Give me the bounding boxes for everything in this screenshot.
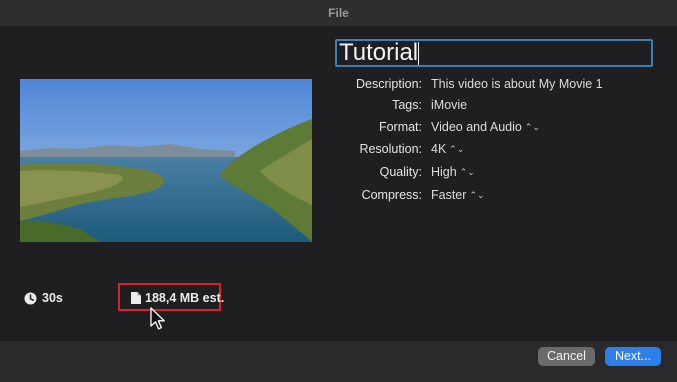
tags-row[interactable]: Tags: iMovie (330, 98, 670, 116)
quality-row[interactable]: Quality: High ⌃⌄ (330, 165, 670, 183)
resolution-popup[interactable]: 4K ⌃⌄ (431, 142, 464, 156)
tags-label: Tags: (392, 98, 422, 112)
video-thumbnail (20, 79, 312, 242)
size-estimate-value: 188,4 MB est. (145, 291, 225, 305)
duration-value: 30s (42, 291, 63, 305)
format-value: Video and Audio (431, 120, 522, 134)
format-row[interactable]: Format: Video and Audio ⌃⌄ (330, 120, 670, 138)
popup-chevron-icon: ⌃⌄ (469, 190, 485, 200)
text-caret (418, 42, 419, 65)
description-row[interactable]: Description: This video is about My Movi… (330, 77, 670, 95)
popup-chevron-icon: ⌃⌄ (459, 167, 475, 177)
format-popup[interactable]: Video and Audio ⌃⌄ (431, 120, 540, 134)
description-value[interactable]: This video is about My Movie 1 (431, 77, 603, 91)
quality-popup[interactable]: High ⌃⌄ (431, 165, 475, 179)
resolution-row[interactable]: Resolution: 4K ⌃⌄ (330, 142, 670, 160)
cancel-button[interactable]: Cancel (538, 347, 595, 366)
next-button[interactable]: Next... (605, 347, 661, 366)
window-title: File (0, 0, 677, 27)
compress-value: Faster (431, 188, 467, 202)
duration-info: 30s (24, 291, 63, 305)
resolution-value: 4K (431, 142, 447, 156)
compress-label: Compress: (361, 188, 422, 202)
mouse-pointer-icon (150, 307, 165, 330)
file-icon (131, 292, 141, 304)
size-estimate: 188,4 MB est. (131, 291, 224, 305)
title-field[interactable] (335, 39, 653, 67)
popup-chevron-icon: ⌃⌄ (449, 144, 465, 154)
description-label: Description: (356, 77, 422, 91)
clock-icon (24, 292, 37, 304)
compress-popup[interactable]: Faster ⌃⌄ (431, 188, 485, 202)
tags-value[interactable]: iMovie (431, 98, 467, 112)
format-label: Format: (378, 120, 422, 134)
resolution-label: Resolution: (359, 142, 422, 156)
quality-value: High (431, 165, 457, 179)
popup-chevron-icon: ⌃⌄ (524, 122, 540, 132)
compress-row[interactable]: Compress: Faster ⌃⌄ (330, 188, 670, 206)
quality-label: Quality: (379, 165, 422, 179)
